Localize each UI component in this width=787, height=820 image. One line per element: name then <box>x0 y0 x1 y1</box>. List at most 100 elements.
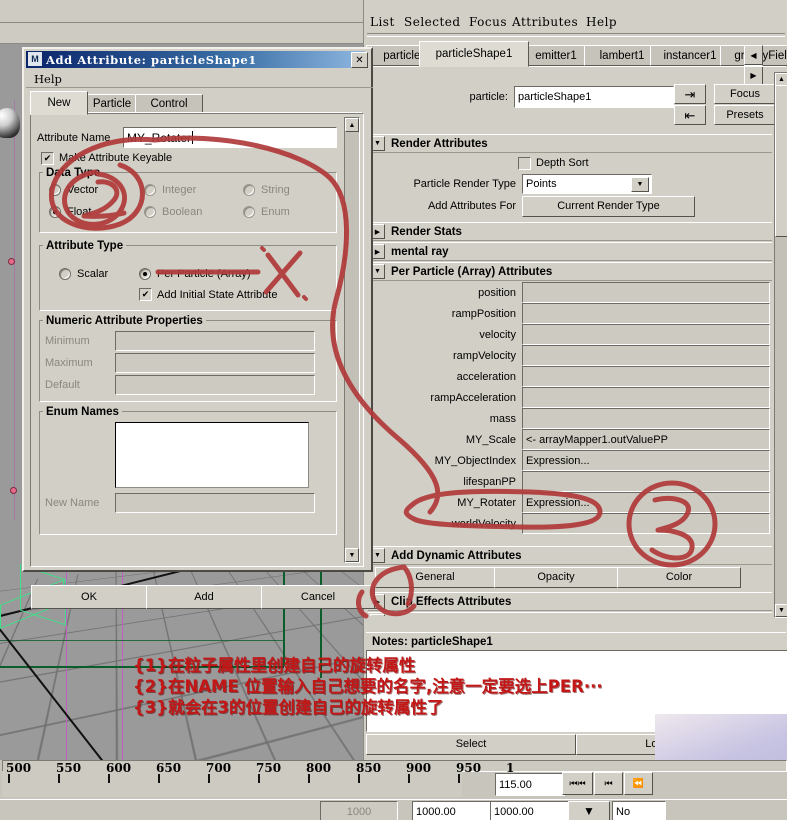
dialog-scroll-up-button[interactable]: ▲ <box>345 118 359 132</box>
range-end-input[interactable]: 1000.00 <box>490 801 572 820</box>
section-add-dynamic[interactable]: ▼ Add Dynamic Attributes <box>368 546 772 565</box>
default-label: Default <box>45 379 80 391</box>
particle-render-type-label: Particle Render Type <box>413 177 516 190</box>
menu-list[interactable]: List <box>370 15 395 29</box>
per-particle-label: mass <box>489 412 516 425</box>
step-back-keyframe-button[interactable]: ⏮ <box>594 772 623 795</box>
previous-key-icon: ⏮ <box>604 778 613 788</box>
section-per-particle[interactable]: ▼ Per Particle (Array) Attributes <box>368 262 772 281</box>
add-button[interactable]: Add <box>146 585 262 609</box>
attribute-type-scalar-option[interactable]: Scalar <box>59 266 108 281</box>
per-particle-value-input[interactable] <box>522 513 770 534</box>
chevron-right-icon: ▶ <box>370 614 385 616</box>
data-type-vector-option[interactable]: Vector <box>49 182 98 197</box>
section-title: Render Stats <box>391 225 462 238</box>
opacity-button[interactable]: Opacity <box>494 567 618 588</box>
per-particle-value-input[interactable] <box>522 282 770 303</box>
current-render-type-button[interactable]: Current Render Type <box>522 195 695 217</box>
attribute-editor-scrollbar[interactable]: ▲ ▼ <box>774 72 787 618</box>
radio-float[interactable] <box>49 205 61 218</box>
maximum-input[interactable] <box>115 353 315 373</box>
tab-control[interactable]: Control <box>135 94 203 114</box>
enum-names-list[interactable] <box>115 422 309 488</box>
chevron-down-icon: ▼ <box>631 176 649 192</box>
section-clip-effects[interactable]: ▶ Clip Effects Attributes <box>368 592 772 611</box>
menu-attributes[interactable]: Attributes <box>512 15 578 29</box>
attribute-editor-tabs: particle1 particleShape1 emitter1 lamber… <box>366 41 787 85</box>
tab-emitter1[interactable]: emitter1 <box>518 45 594 66</box>
select-button[interactable]: Select <box>366 734 576 755</box>
ok-button[interactable]: OK <box>31 585 147 609</box>
section-sprite[interactable]: ▶ Sprite Attributes <box>368 612 772 616</box>
color-button[interactable]: Color <box>617 567 741 588</box>
depth-sort-checkbox[interactable] <box>518 156 531 170</box>
per-particle-value-input[interactable] <box>522 324 770 345</box>
particle-render-type-select[interactable]: Points ▼ <box>522 173 652 194</box>
close-button[interactable]: ✕ <box>351 52 368 68</box>
per-particle-value-input[interactable]: Expression... <box>522 492 770 513</box>
range-field-left[interactable]: 1000 <box>320 801 398 820</box>
data-type-float-option[interactable]: Float <box>49 204 91 219</box>
general-button[interactable]: General <box>375 567 495 588</box>
default-input[interactable] <box>115 375 315 395</box>
section-render-attributes[interactable]: ▼ Render Attributes <box>368 134 772 153</box>
go-to-start-button[interactable]: ⏮⏮ <box>562 772 593 795</box>
menu-selected[interactable]: Selected <box>404 15 461 29</box>
radio-scalar[interactable] <box>59 267 71 280</box>
per-particle-row: MY_Rotater Expression... <box>368 492 772 513</box>
per-particle-value-input[interactable] <box>522 366 770 387</box>
attribute-type-per-particle-option[interactable]: Per Particle (Array) <box>139 266 251 281</box>
numeric-properties-title: Numeric Attribute Properties <box>43 315 206 327</box>
tab-scroll-left-button[interactable]: ◀ <box>744 45 763 65</box>
maximum-row: Maximum <box>45 353 327 373</box>
attribute-name-label: Attribute Name <box>37 131 111 144</box>
per-particle-value-input[interactable] <box>522 408 770 429</box>
range-start-input[interactable]: 1000.00 <box>412 801 494 820</box>
menu-focus[interactable]: Focus <box>469 15 507 29</box>
per-particle-value-input[interactable] <box>522 471 770 492</box>
cancel-button[interactable]: Cancel <box>261 585 375 609</box>
tab-instancer1[interactable]: instancer1 <box>650 45 730 66</box>
tab-new[interactable]: New <box>30 91 88 115</box>
per-particle-value-input[interactable]: <- arrayMapper1.outValuePP <box>522 429 770 450</box>
per-particle-value-input[interactable] <box>522 345 770 366</box>
time-tick-label: 750 <box>256 761 282 775</box>
menu-help[interactable]: Help <box>34 72 62 86</box>
dialog-title-bar[interactable]: Add Attribute: particleShape1 <box>26 51 365 68</box>
add-initial-state-row[interactable]: ✔ Add Initial State Attribute <box>139 287 277 302</box>
tab-label: lambert1 <box>599 49 645 62</box>
attribute-editor-body: ▼ Render Attributes Depth Sort Particle … <box>368 72 772 616</box>
per-particle-value-input[interactable] <box>522 303 770 324</box>
enum-names-title: Enum Names <box>43 406 122 418</box>
new-name-row: New Name <box>45 493 327 513</box>
current-time-input[interactable]: 115.00 <box>495 773 565 796</box>
tab-lambert1[interactable]: lambert1 <box>584 45 660 66</box>
radio-string <box>243 183 255 196</box>
step-back-frame-button[interactable]: ⏪ <box>624 772 653 795</box>
per-particle-value-input[interactable] <box>522 387 770 408</box>
section-render-stats[interactable]: ▶ Render Stats <box>368 222 772 241</box>
animation-preferences-dropdown[interactable]: ▼ <box>568 801 610 820</box>
character-set-label: No <box>616 806 631 818</box>
make-keyable-checkbox[interactable]: ✔ <box>41 151 54 165</box>
radio-per-particle[interactable] <box>139 267 151 280</box>
tab-particleShape1[interactable]: particleShape1 <box>419 41 529 67</box>
particle-render-type-row: Particle Render Type Points ▼ <box>368 173 772 194</box>
time-tick-label: 500 <box>6 761 32 775</box>
radio-vector[interactable] <box>49 183 61 196</box>
scroll-down-button[interactable]: ▼ <box>775 604 787 617</box>
add-initial-state-checkbox[interactable]: ✔ <box>139 288 152 301</box>
scrollbar-thumb[interactable] <box>775 85 787 237</box>
dialog-scrollbar[interactable]: ▲ ▼ <box>344 117 360 563</box>
per-particle-value: <- arrayMapper1.outValuePP <box>526 433 668 446</box>
section-mental-ray[interactable]: ▶ mental ray <box>368 242 772 261</box>
attribute-name-input[interactable]: MY_Rotater <box>123 127 337 148</box>
tab-label: particleShape1 <box>435 48 513 60</box>
new-name-input[interactable] <box>115 493 315 513</box>
per-particle-value-input[interactable]: Expression... <box>522 450 770 471</box>
character-set-menu[interactable]: No <box>612 801 666 820</box>
tab-label: emitter1 <box>535 49 577 62</box>
dialog-scroll-down-button[interactable]: ▼ <box>345 548 359 562</box>
minimum-input[interactable] <box>115 331 315 351</box>
menu-help[interactable]: Help <box>586 15 617 29</box>
